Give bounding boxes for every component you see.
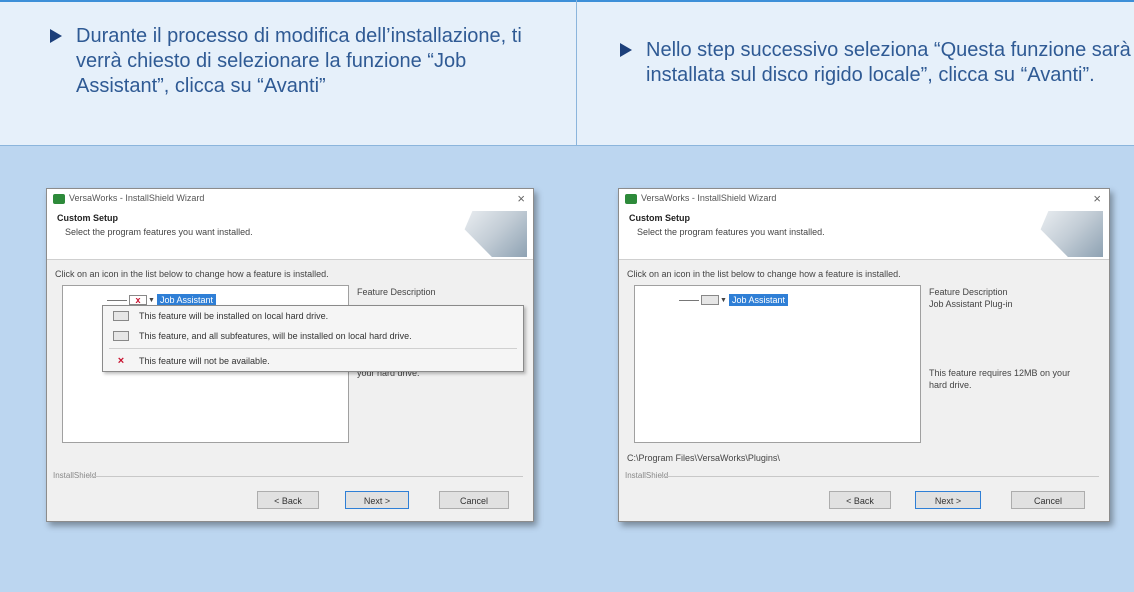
column-divider	[576, 0, 577, 146]
header-title: Custom Setup	[629, 213, 691, 223]
installer-dialog-right: VersaWorks - InstallShield Wizard × Cust…	[618, 188, 1110, 522]
tree-connector	[679, 299, 699, 301]
installer-dialog-left: VersaWorks - InstallShield Wizard × Cust…	[46, 188, 534, 522]
step-left: Durante il processo di modifica dell’ins…	[50, 24, 540, 99]
step-left-text: Durante il processo di modifica dell’ins…	[76, 25, 522, 97]
step-right-text: Nello step successivo seleziona “Questa …	[646, 39, 1131, 86]
feature-tree[interactable]: ▼ Job Assistant	[634, 285, 921, 443]
cancel-button[interactable]: Cancel	[439, 491, 509, 509]
app-icon	[625, 194, 637, 204]
feature-state-icon[interactable]: x	[129, 295, 147, 305]
next-button[interactable]: Next >	[915, 491, 981, 509]
unavailable-icon: ×	[117, 355, 125, 367]
hard-drive-icon	[113, 331, 129, 341]
footer-divider	[89, 476, 523, 477]
feature-description: Feature Description Job Assistant Plug-i…	[929, 285, 1089, 441]
cancel-button[interactable]: Cancel	[1011, 491, 1085, 509]
back-button[interactable]: < Back	[257, 491, 319, 509]
title-bar: VersaWorks - InstallShield Wizard ×	[619, 189, 1109, 209]
instruction-text: Click on an icon in the list below to ch…	[627, 269, 901, 279]
header-title: Custom Setup	[57, 213, 119, 223]
close-icon[interactable]: ×	[1093, 191, 1101, 206]
bullet-arrow-icon	[50, 29, 62, 43]
menu-item-label: This feature, and all subfeatures, will …	[139, 331, 412, 341]
instruction-text: Click on an icon in the list below to ch…	[55, 269, 329, 279]
menu-separator	[109, 348, 517, 349]
install-path: C:\Program Files\VersaWorks\Plugins\	[627, 453, 780, 463]
menu-item-install-local[interactable]: This feature will be installed on local …	[103, 306, 523, 326]
wizard-graphic	[464, 211, 527, 257]
app-icon	[53, 194, 65, 204]
footer-divider	[661, 476, 1099, 477]
close-icon[interactable]: ×	[517, 191, 525, 206]
feature-context-menu: This feature will be installed on local …	[102, 305, 524, 372]
title-bar: VersaWorks - InstallShield Wizard ×	[47, 189, 533, 209]
hard-drive-icon	[113, 311, 129, 321]
dialog-header: Custom Setup Select the program features…	[619, 209, 1109, 260]
chevron-down-icon[interactable]: ▼	[148, 297, 155, 304]
dialog-header: Custom Setup Select the program features…	[47, 209, 533, 260]
tree-node-job-assistant[interactable]: ▼ Job Assistant	[679, 294, 788, 306]
desc-subtitle: Job Assistant Plug-in	[929, 299, 1013, 309]
feature-label[interactable]: Job Assistant	[728, 294, 788, 306]
window-title: VersaWorks - InstallShield Wizard	[69, 193, 205, 203]
tree-connector	[107, 299, 127, 301]
back-button[interactable]: < Back	[829, 491, 891, 509]
wizard-graphic	[1040, 211, 1103, 257]
menu-item-install-all[interactable]: This feature, and all subfeatures, will …	[103, 326, 523, 346]
menu-item-label: This feature will be installed on local …	[139, 311, 329, 321]
menu-item-label: This feature will not be available.	[139, 356, 270, 366]
menu-item-unavailable[interactable]: × This feature will not be available.	[103, 351, 523, 371]
desc-title: Feature Description	[929, 287, 1008, 297]
desc-title: Feature Description	[357, 287, 436, 297]
hard-drive-icon[interactable]	[701, 295, 719, 305]
step-right: Nello step successivo seleziona “Questa …	[620, 38, 1134, 88]
next-button[interactable]: Next >	[345, 491, 409, 509]
header-subtitle: Select the program features you want ins…	[637, 227, 825, 237]
window-title: VersaWorks - InstallShield Wizard	[641, 193, 777, 203]
bullet-arrow-icon	[620, 43, 632, 57]
header-subtitle: Select the program features you want ins…	[65, 227, 253, 237]
desc-note: This feature requires 12MB on your hard …	[929, 368, 1071, 390]
chevron-down-icon[interactable]: ▼	[720, 297, 727, 304]
